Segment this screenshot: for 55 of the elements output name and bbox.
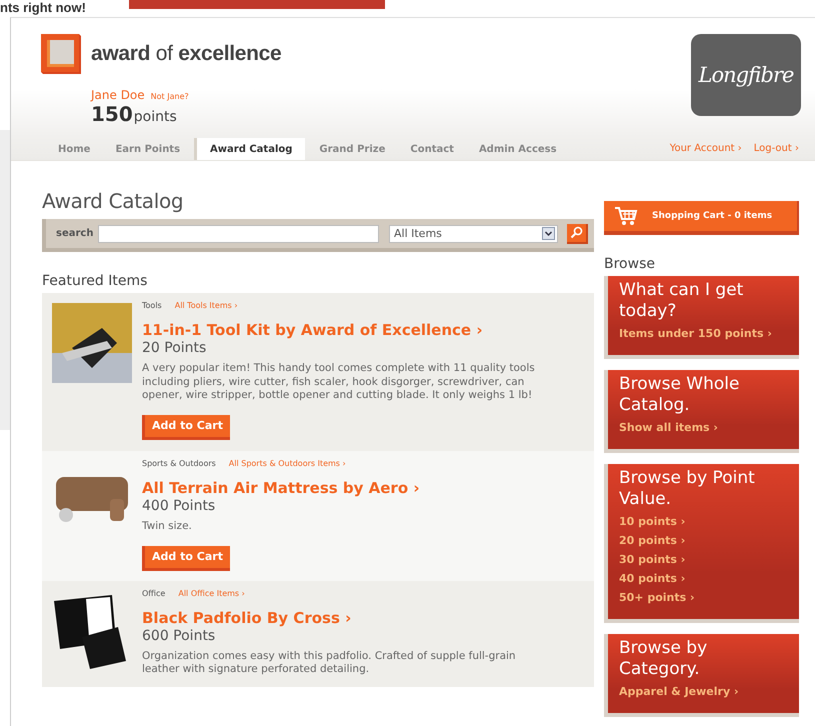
section-heading: Browse (604, 256, 656, 272)
item-points: 400 Points (142, 498, 216, 514)
panel-title: Browse by Category. (619, 638, 708, 680)
item-points: 600 Points (142, 628, 216, 644)
search-label: search (56, 228, 94, 239)
browse-link[interactable]: Items under 150 points › (619, 324, 793, 343)
browse-link[interactable]: 50+ points › (619, 588, 793, 607)
cart-icon (614, 206, 638, 226)
points-balance: 150 (91, 102, 133, 126)
category-link[interactable]: All Sports & Outdoors Items › (228, 459, 346, 468)
item-title-link[interactable]: 11-in-1 Tool Kit by Award of Excellence › (142, 321, 542, 339)
browse-link[interactable]: 10 points › (619, 512, 793, 531)
search-button[interactable] (567, 224, 588, 244)
browse-link[interactable]: 20 points › (619, 531, 793, 550)
item-description: A very popular item! This handy tool comes complete with 11 quality tools including pliers, wire cutter, fish scaler, hook disgorger, screwdriver, can opener, wire stripper, bottle opener and cutting blade. It only weighs 1 lb! (142, 362, 536, 402)
nav-tab[interactable]: Home (47, 138, 102, 160)
item-points: 20 Points (142, 340, 208, 356)
nav-tab[interactable]: Grand Prize (308, 138, 396, 160)
add-to-cart-button[interactable]: Add to Cart (142, 546, 230, 570)
square-logo-icon (41, 34, 81, 74)
item-category: Sports & Outdoors (142, 459, 216, 468)
user-name: Jane Doe (91, 88, 145, 102)
item-category: Tools (142, 301, 162, 310)
category-link[interactable]: All Tools Items › (174, 301, 238, 310)
nav-tab[interactable]: Admin Access (468, 138, 568, 160)
add-to-cart-button[interactable]: Add to Cart (142, 414, 230, 440)
partner-logo: Longfibre (691, 34, 801, 116)
browse-link[interactable]: 30 points › (619, 550, 793, 569)
nav-tab[interactable]: Award Catalog (194, 138, 306, 160)
item-description: Organization comes easy with this padfolio. Crafted of supple full-grain leather with signature perforated detailing. (142, 650, 517, 676)
category-dropdown[interactable]: All Items (388, 224, 558, 242)
item-title-link[interactable]: Black Padfolio By Cross › (142, 608, 542, 626)
account-link[interactable]: Log-out › (754, 143, 799, 154)
browse-link[interactable]: Apparel & Jewelry › (619, 682, 793, 701)
brand-name: award of excellence (91, 42, 282, 66)
panel-title: What can I get today? (619, 280, 744, 322)
browse-link[interactable]: 40 points › (619, 569, 793, 588)
item-description: Twin size. (142, 520, 193, 534)
panel-title: Browse by Point Value. (619, 468, 756, 510)
page-title: Award Catalog (42, 189, 184, 213)
nav-tab[interactable]: Earn Points (104, 138, 192, 160)
background-headline: nts right now! (0, 0, 86, 15)
category-link[interactable]: All Office Items › (178, 588, 245, 598)
account-link[interactable]: Your Account › (670, 143, 742, 154)
item-title-link[interactable]: All Terrain Air Mattress by Aero › (142, 479, 542, 497)
browse-link[interactable]: Show all items › (619, 418, 793, 437)
panel-title: Browse Whole Catalog. (619, 374, 740, 416)
item-category: Office (142, 588, 166, 598)
shopping-cart-button[interactable]: Shopping Cart - 0 items (604, 201, 799, 235)
search-icon (570, 226, 584, 239)
section-heading: Featured Items (42, 273, 148, 289)
nav-tab[interactable]: Contact (399, 138, 465, 160)
search-field[interactable] (98, 224, 379, 242)
points-unit: points (134, 109, 177, 125)
not-user-link[interactable]: Not Jane? (150, 92, 189, 101)
